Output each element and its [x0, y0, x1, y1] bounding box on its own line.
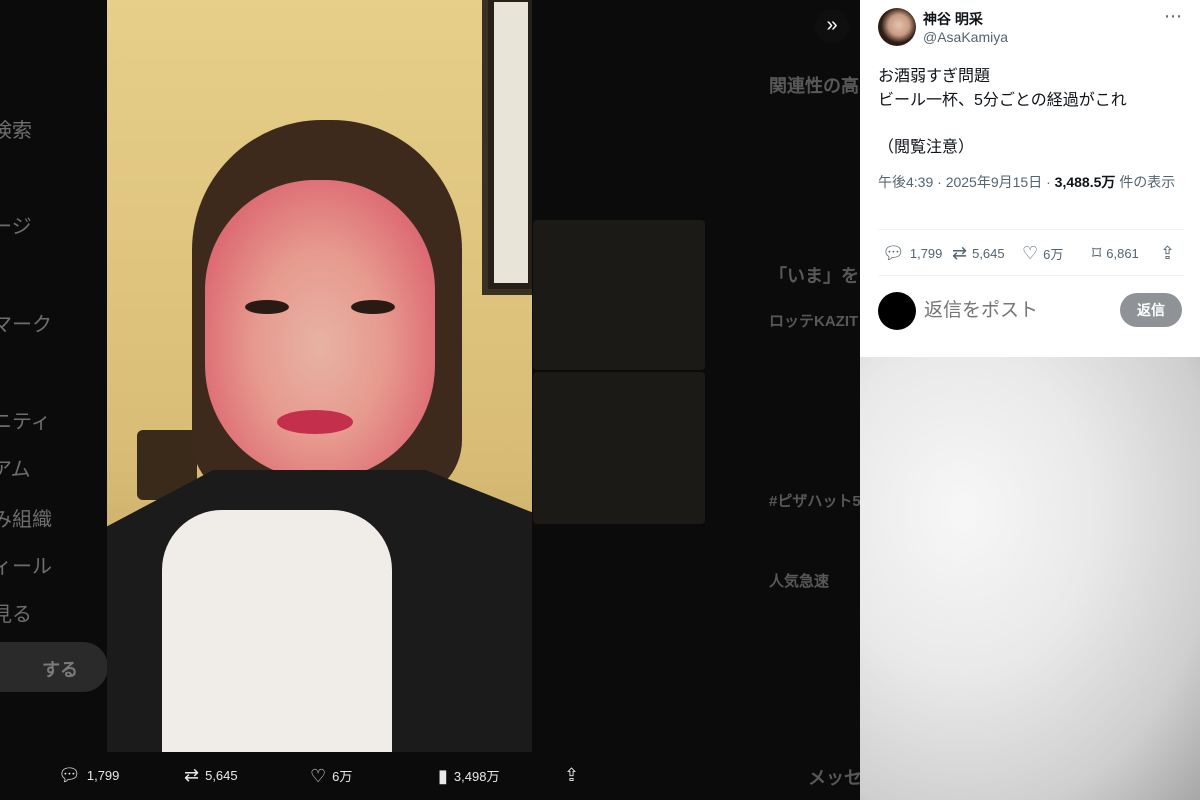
- media-repost-count: 5,645: [205, 767, 238, 783]
- share-icon: ⇪: [564, 765, 580, 785]
- like-button[interactable]: ♡ 6万: [1022, 243, 1063, 264]
- nav-item-organizations[interactable]: み組織: [0, 503, 52, 532]
- separator: ·: [1046, 174, 1051, 190]
- nav-item-premium[interactable]: アム: [0, 453, 31, 482]
- reply-submit-button[interactable]: 返信: [1120, 293, 1182, 327]
- left-eye: [245, 300, 289, 314]
- tweet-views-suffix: 件の表示: [1119, 174, 1176, 190]
- heart-icon: ♡: [310, 765, 327, 786]
- post-button-label: する: [42, 660, 78, 680]
- bookmark-icon: ⌑: [1092, 243, 1102, 263]
- author-display-name[interactable]: 神谷 明采: [923, 9, 983, 29]
- media-photo[interactable]: [107, 0, 532, 752]
- collapse-panel-button[interactable]: »: [815, 9, 849, 43]
- media-like-count: 6万: [332, 769, 353, 784]
- repost-button[interactable]: ⇄ 5,645: [952, 243, 1005, 264]
- media-like-button[interactable]: ♡ 6万: [310, 766, 352, 785]
- divider: [878, 275, 1184, 276]
- face: [205, 180, 435, 480]
- nav-item-profile[interactable]: ィール: [0, 550, 52, 579]
- reply-button[interactable]: 💬︎ 1,799: [882, 243, 942, 264]
- trend-item-2[interactable]: #ピザハット5: [769, 490, 860, 511]
- bookmark-button[interactable]: ⌑ 6,861: [1092, 243, 1139, 264]
- reply-icon: 💬︎: [58, 765, 81, 785]
- media-reply-count: 1,799: [86, 767, 120, 783]
- reply-count: 1,799: [909, 246, 943, 261]
- repost-count: 5,645: [972, 246, 1005, 261]
- nav-item-bookmarks[interactable]: マーク: [0, 308, 52, 337]
- nav-item-more[interactable]: 見る: [0, 598, 32, 627]
- trend-item-3[interactable]: 人気急速: [769, 570, 829, 591]
- more-options-icon[interactable]: ⋯: [1164, 6, 1183, 27]
- current-user-avatar: [878, 292, 916, 330]
- nav-item-pages[interactable]: ージ: [0, 210, 32, 239]
- media-views-button[interactable]: ▮ 3,498万: [438, 766, 499, 785]
- repost-icon: ⇄: [184, 765, 200, 785]
- tweet-text-line: お酒弱すぎ問題: [878, 68, 991, 85]
- nav-item-communities[interactable]: ニティ: [0, 405, 51, 434]
- media-reply-button[interactable]: 💬︎ 1,799: [58, 766, 119, 784]
- double-chevron-right-icon: »: [826, 14, 838, 36]
- tweet-text-line: （閲覧注意）: [878, 139, 975, 156]
- trend-item-1[interactable]: ロッテKAZIT: [769, 310, 858, 331]
- right-eye: [351, 300, 395, 314]
- background-thumbnail-2: [533, 372, 705, 524]
- share-icon: ⇪: [1160, 243, 1176, 263]
- divider: [878, 229, 1184, 230]
- background-thumbnail-1: [533, 220, 705, 370]
- heart-icon: ♡: [1022, 243, 1039, 263]
- share-button[interactable]: ⇪: [1160, 243, 1175, 264]
- tweet-text-line: ビール一杯、5分ごとの経過がこれ: [878, 92, 1127, 109]
- media-views-count: 3,498万: [453, 769, 500, 784]
- mouth: [277, 410, 353, 434]
- blurred-replies-area: [860, 357, 1200, 800]
- shirt: [162, 510, 392, 752]
- author-avatar[interactable]: [878, 8, 916, 46]
- views-chart-icon: ▮: [438, 765, 448, 786]
- post-button[interactable]: する: [0, 642, 108, 692]
- reply-input[interactable]: [924, 297, 1114, 325]
- trends-header: 「いま」を: [769, 266, 859, 286]
- author-handle[interactable]: @AsaKamiya: [923, 29, 1008, 45]
- related-header: 関連性の高: [769, 76, 859, 96]
- like-count: 6万: [1043, 247, 1064, 262]
- separator: ·: [937, 174, 942, 190]
- tweet-view-count: 3,488.5万: [1054, 174, 1116, 190]
- tweet-metadata: 午後4:39 · 2025年9月15日 · 3,488.5万 件の表示: [878, 171, 1188, 193]
- nav-item-explore[interactable]: 検索: [0, 114, 32, 143]
- bookmark-count: 6,861: [1106, 246, 1139, 261]
- tweet-panel: 神谷 明采 @AsaKamiya ⋯ お酒弱すぎ問題 ビール一杯、5分ごとの経過…: [860, 0, 1200, 357]
- tweet-date[interactable]: 2025年9月15日: [946, 174, 1043, 190]
- media-share-button[interactable]: ⇪: [564, 766, 579, 784]
- tweet-time[interactable]: 午後4:39: [878, 174, 933, 190]
- reply-icon: 💬︎: [882, 243, 905, 263]
- repost-icon: ⇄: [952, 243, 968, 263]
- media-repost-button[interactable]: ⇄ 5,645: [184, 766, 238, 784]
- media-action-bar: 💬︎ 1,799 ⇄ 5,645 ♡ 6万 ▮ 3,498万 ⇪: [0, 752, 860, 800]
- picture-frame: [482, 0, 532, 295]
